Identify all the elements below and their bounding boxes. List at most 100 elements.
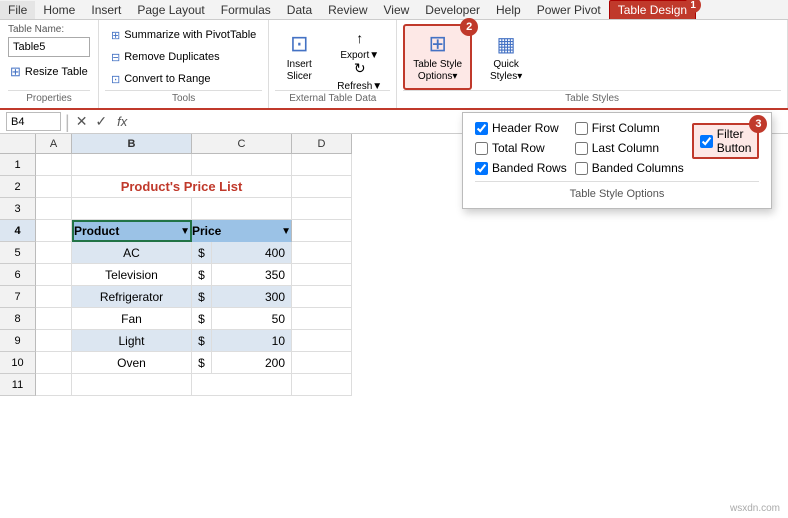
cell-reference-input[interactable] bbox=[6, 112, 61, 131]
cell-c5-dollar[interactable]: $ bbox=[192, 242, 212, 264]
cell-c11[interactable] bbox=[192, 374, 292, 396]
cell-c6-val[interactable]: 350 bbox=[212, 264, 292, 286]
cell-b3[interactable] bbox=[72, 198, 192, 220]
menu-home[interactable]: Home bbox=[35, 1, 83, 19]
cell-d3[interactable] bbox=[292, 198, 352, 220]
cell-a7[interactable] bbox=[36, 286, 72, 308]
filter-dropdown-c[interactable]: ▼ bbox=[281, 226, 291, 237]
cell-d1[interactable] bbox=[292, 154, 352, 176]
cell-a8[interactable] bbox=[36, 308, 72, 330]
first-column-checkbox[interactable] bbox=[575, 122, 588, 135]
menu-data[interactable]: Data bbox=[279, 1, 320, 19]
cell-b1[interactable] bbox=[72, 154, 192, 176]
cell-b11[interactable] bbox=[72, 374, 192, 396]
cell-d8[interactable] bbox=[292, 308, 352, 330]
cell-b10[interactable]: Oven bbox=[72, 352, 192, 374]
banded-columns-checkbox[interactable] bbox=[575, 162, 588, 175]
summarize-pivottable-btn[interactable]: ⊞ Summarize with PivotTable bbox=[105, 24, 262, 46]
cell-b2[interactable]: Product's Price List bbox=[72, 176, 292, 198]
col-header-a[interactable]: A bbox=[36, 134, 72, 154]
table-style-options-btn[interactable]: ⊞ Table StyleOptions▾ 2 bbox=[403, 24, 472, 90]
menu-page-layout[interactable]: Page Layout bbox=[129, 1, 212, 19]
menu-developer[interactable]: Developer bbox=[417, 1, 488, 19]
cell-a6[interactable] bbox=[36, 264, 72, 286]
cell-d9[interactable] bbox=[292, 330, 352, 352]
table-name-label: Table Name: bbox=[8, 24, 90, 35]
tso-icon: ⊞ bbox=[428, 31, 446, 57]
cell-c10-val[interactable]: 200 bbox=[212, 352, 292, 374]
cell-a2[interactable] bbox=[36, 176, 72, 198]
header-row-option[interactable]: Header Row bbox=[475, 121, 567, 135]
filter-button-box[interactable]: Filter Button 3 bbox=[692, 123, 760, 159]
menu-review[interactable]: Review bbox=[320, 1, 375, 19]
banded-rows-checkbox[interactable] bbox=[475, 162, 488, 175]
cell-a9[interactable] bbox=[36, 330, 72, 352]
quick-styles-btn[interactable]: ▦ QuickStyles▾ bbox=[478, 24, 534, 90]
cell-a1[interactable] bbox=[36, 154, 72, 176]
table-name-input[interactable] bbox=[8, 37, 90, 57]
cell-a5[interactable] bbox=[36, 242, 72, 264]
cell-b9[interactable]: Light bbox=[72, 330, 192, 352]
remove-duplicates-btn[interactable]: ⊟ Remove Duplicates bbox=[105, 46, 262, 68]
col-header-d[interactable]: D bbox=[292, 134, 352, 154]
total-row-checkbox[interactable] bbox=[475, 142, 488, 155]
cell-d2[interactable] bbox=[292, 176, 352, 198]
menu-file[interactable]: File bbox=[0, 1, 35, 19]
cell-a11[interactable] bbox=[36, 374, 72, 396]
filter-button-checkbox[interactable] bbox=[700, 135, 713, 148]
menu-power-pivot[interactable]: Power Pivot bbox=[529, 1, 609, 19]
cell-d10[interactable] bbox=[292, 352, 352, 374]
fx-icon[interactable]: fx bbox=[113, 114, 131, 129]
export-btn[interactable]: ↑ Export▼ bbox=[329, 28, 390, 56]
resize-table-btn[interactable]: ⊞ Resize Table bbox=[8, 61, 90, 83]
cell-c3[interactable] bbox=[192, 198, 292, 220]
menu-help[interactable]: Help bbox=[488, 1, 529, 19]
export-icon: ↑ bbox=[356, 30, 363, 46]
cell-c7-val[interactable]: 300 bbox=[212, 286, 292, 308]
cell-c7-dollar[interactable]: $ bbox=[192, 286, 212, 308]
refresh-btn[interactable]: ↻ Refresh▼ bbox=[329, 58, 390, 86]
cell-b8[interactable]: Fan bbox=[72, 308, 192, 330]
cell-c8-dollar[interactable]: $ bbox=[192, 308, 212, 330]
menu-insert[interactable]: Insert bbox=[83, 1, 129, 19]
cell-c5-val[interactable]: 400 bbox=[212, 242, 292, 264]
cell-b5[interactable]: AC bbox=[72, 242, 192, 264]
cell-d4[interactable] bbox=[292, 220, 352, 242]
cell-c9-val[interactable]: 10 bbox=[212, 330, 292, 352]
menu-formulas[interactable]: Formulas bbox=[213, 1, 279, 19]
last-column-checkbox[interactable] bbox=[575, 142, 588, 155]
cell-c1[interactable] bbox=[192, 154, 292, 176]
confirm-icon[interactable]: ✓ bbox=[93, 113, 109, 130]
cell-b7[interactable]: Refrigerator bbox=[72, 286, 192, 308]
cell-d7[interactable] bbox=[292, 286, 352, 308]
slicer-icon: ⊡ bbox=[290, 31, 308, 57]
cell-d11[interactable] bbox=[292, 374, 352, 396]
cell-c10-dollar[interactable]: $ bbox=[192, 352, 212, 374]
properties-group: Table Name: ⊞ Resize Table Properties bbox=[0, 20, 99, 108]
cancel-icon[interactable]: ✕ bbox=[74, 113, 90, 130]
last-column-option[interactable]: Last Column bbox=[575, 141, 684, 155]
cell-a4[interactable] bbox=[36, 220, 72, 242]
cell-c8-val[interactable]: 50 bbox=[212, 308, 292, 330]
col-header-b[interactable]: B bbox=[72, 134, 192, 154]
cell-a3[interactable] bbox=[36, 198, 72, 220]
cell-c6-dollar[interactable]: $ bbox=[192, 264, 212, 286]
filter-dropdown-b[interactable]: ▼ bbox=[180, 226, 190, 237]
col-header-c[interactable]: C bbox=[192, 134, 292, 154]
cell-d5[interactable] bbox=[292, 242, 352, 264]
insert-slicer-btn[interactable]: ⊡ InsertSlicer bbox=[275, 24, 323, 90]
cell-d6[interactable] bbox=[292, 264, 352, 286]
banded-rows-option[interactable]: Banded Rows bbox=[475, 161, 567, 175]
first-column-option[interactable]: First Column bbox=[575, 121, 684, 135]
cell-b4[interactable]: Product ▼ bbox=[72, 220, 192, 242]
convert-to-range-btn[interactable]: ⊡ Convert to Range bbox=[105, 68, 262, 90]
cell-c9-dollar[interactable]: $ bbox=[192, 330, 212, 352]
header-row-checkbox[interactable] bbox=[475, 122, 488, 135]
total-row-option[interactable]: Total Row bbox=[475, 141, 567, 155]
cell-c4[interactable]: Price ▼ bbox=[192, 220, 292, 242]
banded-columns-option[interactable]: Banded Columns bbox=[575, 161, 684, 175]
cell-a10[interactable] bbox=[36, 352, 72, 374]
menu-view[interactable]: View bbox=[376, 1, 418, 19]
menu-table-design[interactable]: Table Design 1 bbox=[609, 0, 696, 19]
cell-b6[interactable]: Television bbox=[72, 264, 192, 286]
